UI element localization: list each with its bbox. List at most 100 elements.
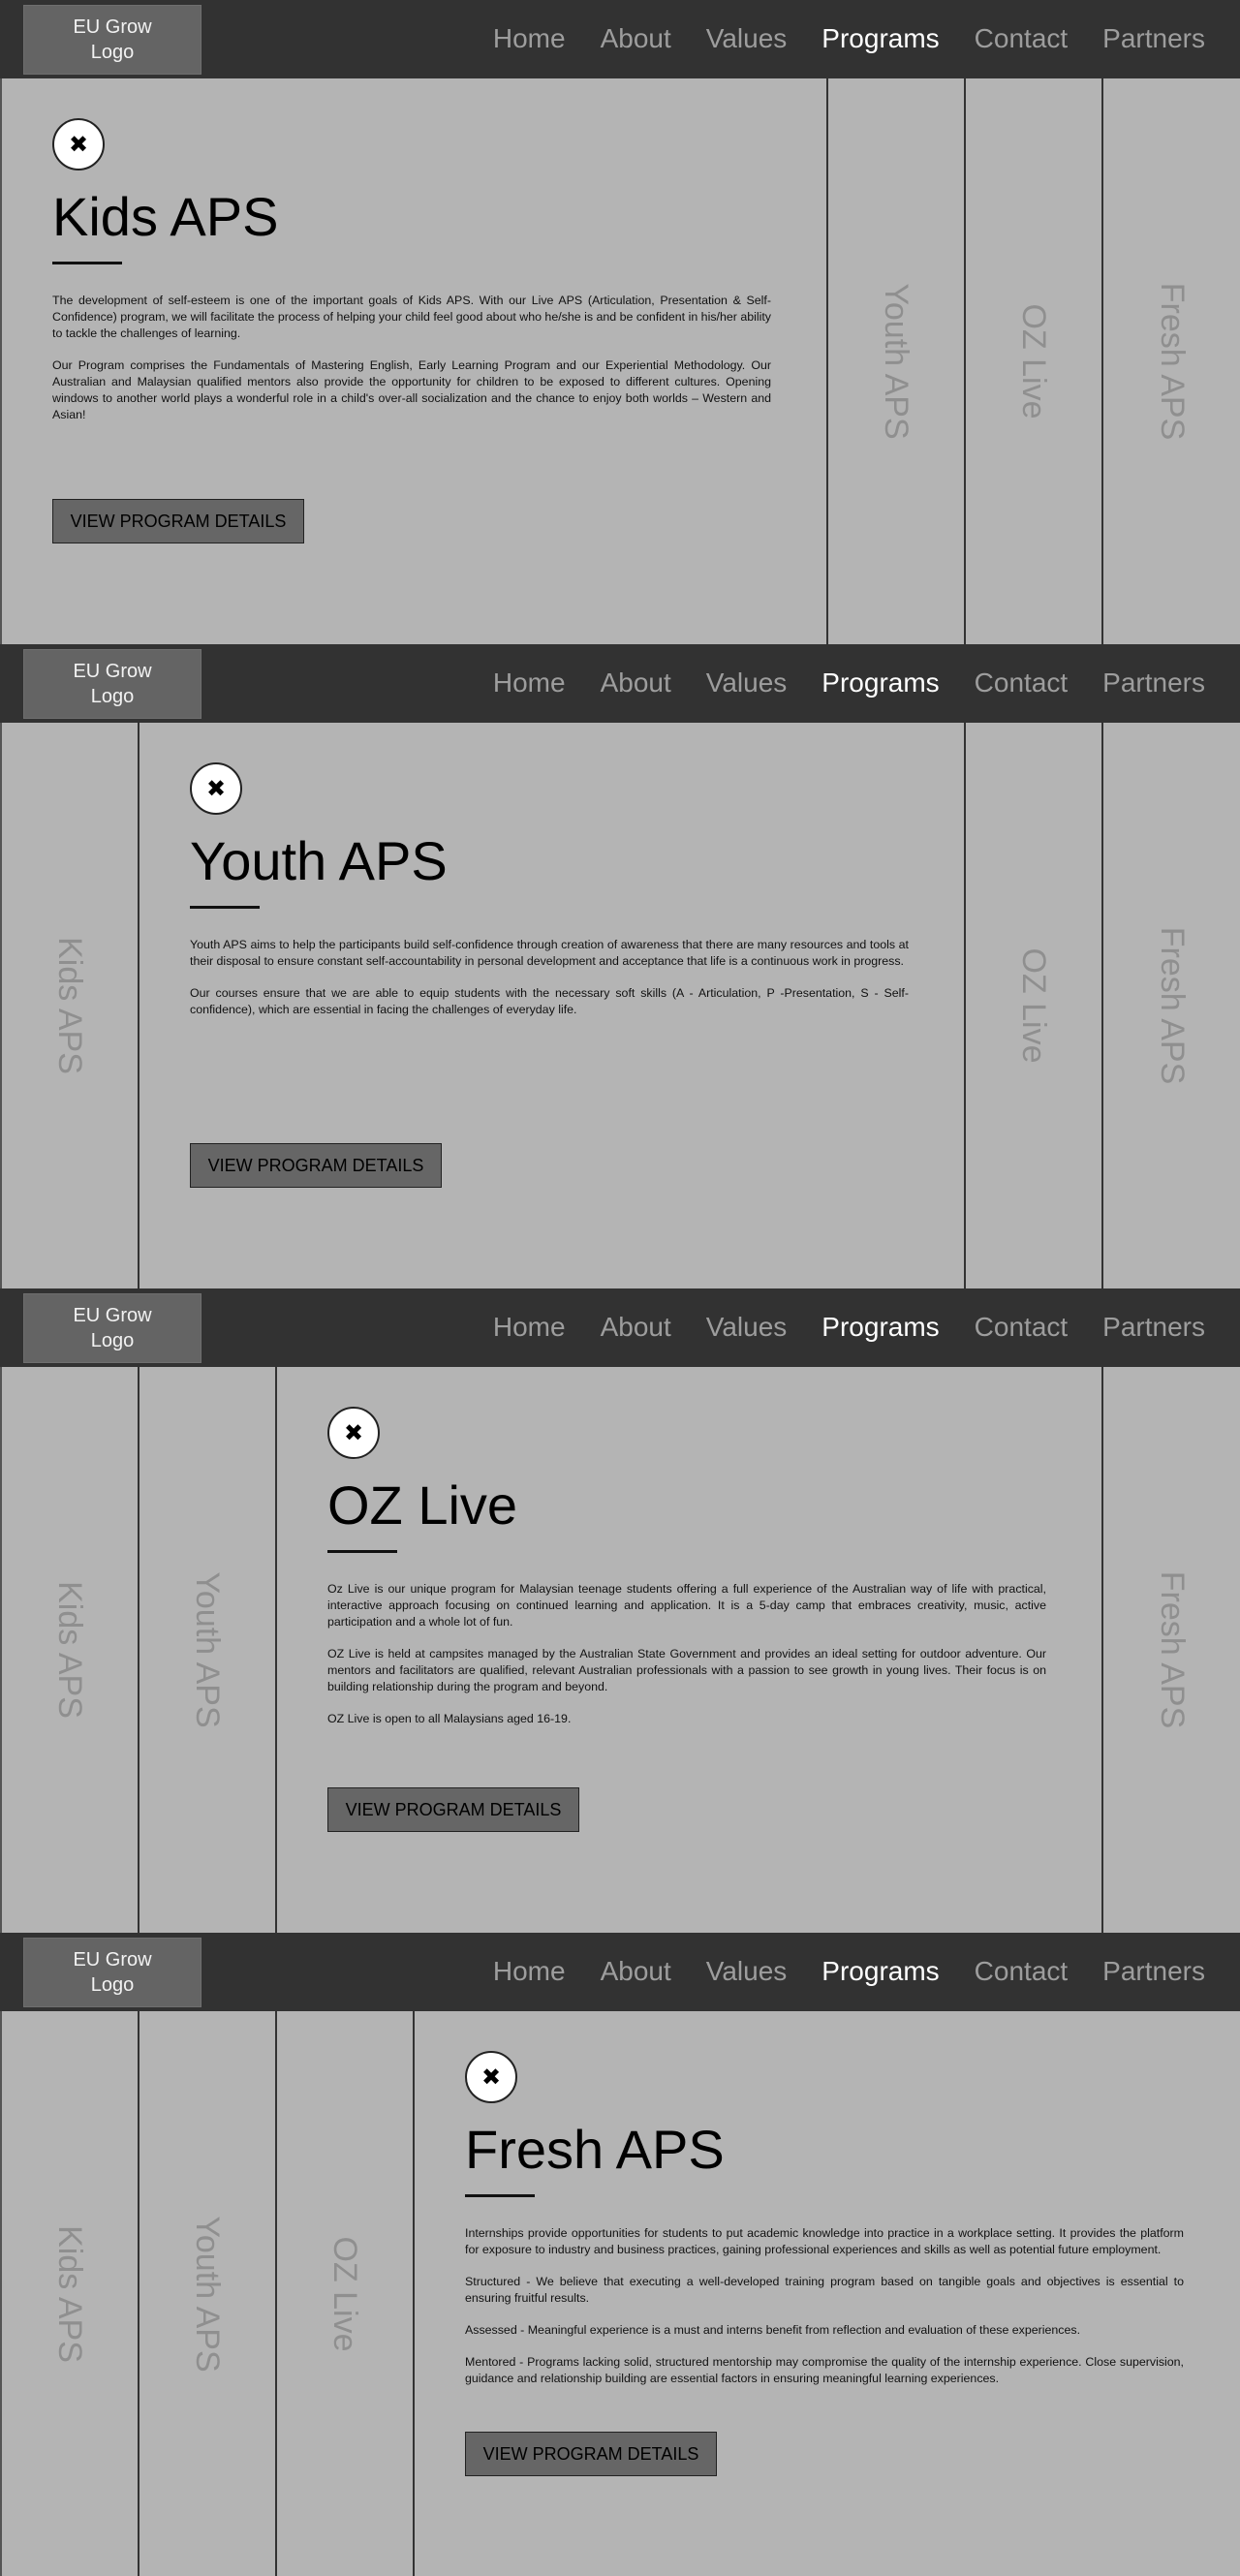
nav-about[interactable]: About	[601, 19, 671, 58]
logo-line-2: Logo	[90, 686, 135, 707]
description-paragraph: OZ Live is open to all Malaysians aged 1…	[327, 1712, 572, 1725]
site-logo[interactable]: EU Grow Logo	[23, 649, 202, 719]
accordion: Kids APS Youth APS OZ Live ✖ Fresh APS I…	[0, 2011, 1240, 2576]
tab-label: Youth APS	[189, 2215, 226, 2373]
nav-about[interactable]: About	[601, 1308, 671, 1347]
tab-label: Kids APS	[51, 2224, 88, 2363]
description-paragraph: OZ Live is held at campsites managed by …	[327, 1647, 1046, 1693]
panel-description: Youth APS aims to help the participants …	[190, 937, 909, 1034]
nav-contact[interactable]: Contact	[975, 1308, 1069, 1347]
nav-home[interactable]: Home	[493, 19, 566, 58]
nav-values[interactable]: Values	[706, 1308, 788, 1347]
tab-oz-live[interactable]: OZ Live	[275, 2011, 413, 2576]
logo-line-2: Logo	[90, 1974, 135, 1996]
nav-home[interactable]: Home	[493, 1952, 566, 1991]
nav-contact[interactable]: Contact	[975, 19, 1069, 58]
nav-programs[interactable]: Programs	[822, 1952, 939, 1991]
tab-fresh-aps[interactable]: Fresh APS	[1101, 1367, 1240, 1933]
description-paragraph: Assessed - Meaningful experience is a mu…	[465, 2323, 1081, 2337]
tab-label: OZ Live	[326, 2235, 363, 2352]
logo-line-1: EU Grow	[73, 661, 152, 682]
site-header: EU Grow Logo Home About Values Programs …	[0, 0, 1240, 78]
logo-line-1: EU Grow	[73, 1949, 152, 1971]
panel-description: The development of self-esteem is one of…	[52, 293, 771, 439]
close-icon[interactable]: ✖	[327, 1407, 380, 1459]
tab-label: Fresh APS	[1153, 926, 1191, 1085]
view-program-details-button[interactable]: VIEW PROGRAM DETAILS	[465, 2432, 717, 2476]
nav-contact[interactable]: Contact	[975, 664, 1069, 702]
description-paragraph: Structured - We believe that executing a…	[465, 2275, 1184, 2305]
close-icon[interactable]: ✖	[190, 762, 242, 815]
title-divider	[327, 1550, 397, 1553]
main-nav: Home About Values Programs Contact Partn…	[458, 1952, 1205, 1991]
nav-home[interactable]: Home	[493, 664, 566, 702]
nav-about[interactable]: About	[601, 1952, 671, 1991]
nav-partners[interactable]: Partners	[1102, 19, 1205, 58]
nav-partners[interactable]: Partners	[1102, 1308, 1205, 1347]
nav-partners[interactable]: Partners	[1102, 1952, 1205, 1991]
tab-oz-live[interactable]: OZ Live	[964, 78, 1101, 644]
nav-about[interactable]: About	[601, 664, 671, 702]
tab-label: Fresh APS	[1153, 282, 1191, 441]
nav-contact[interactable]: Contact	[975, 1952, 1069, 1991]
panel-title: OZ Live	[327, 1474, 518, 1536]
tab-oz-live[interactable]: OZ Live	[964, 723, 1101, 1288]
panel-kids-aps: ✖ Kids APS The development of self-estee…	[0, 78, 826, 644]
tab-label: Youth APS	[878, 283, 914, 440]
tab-kids-aps[interactable]: Kids APS	[0, 723, 138, 1288]
description-paragraph: Mentored - Programs lacking solid, struc…	[465, 2355, 1184, 2385]
close-icon[interactable]: ✖	[465, 2051, 517, 2103]
panel-title: Youth APS	[190, 830, 448, 891]
description-paragraph: Our Program comprises the Fundamentals o…	[52, 358, 771, 421]
site-logo[interactable]: EU Grow Logo	[23, 5, 202, 75]
nav-programs[interactable]: Programs	[822, 19, 939, 58]
programs-frame-fresh: EU Grow Logo Home About Values Programs …	[0, 1933, 1240, 2576]
view-program-details-button[interactable]: VIEW PROGRAM DETAILS	[52, 499, 304, 543]
panel-fresh-aps: ✖ Fresh APS Internships provide opportun…	[413, 2011, 1240, 2576]
title-divider	[465, 2194, 535, 2197]
view-program-details-button[interactable]: VIEW PROGRAM DETAILS	[190, 1143, 442, 1188]
logo-line-2: Logo	[90, 42, 135, 63]
panel-description: Internships provide opportunities for st…	[465, 2225, 1184, 2403]
close-icon[interactable]: ✖	[52, 118, 105, 171]
tab-youth-aps[interactable]: Youth APS	[138, 2011, 275, 2576]
view-program-details-button[interactable]: VIEW PROGRAM DETAILS	[327, 1787, 579, 1832]
logo-line-1: EU Grow	[73, 1305, 152, 1326]
site-header: EU Grow Logo Home About Values Programs …	[0, 644, 1240, 723]
tab-label: Youth APS	[189, 1571, 226, 1728]
title-divider	[52, 262, 122, 264]
nav-values[interactable]: Values	[706, 19, 788, 58]
nav-home[interactable]: Home	[493, 1308, 566, 1347]
tab-fresh-aps[interactable]: Fresh APS	[1101, 723, 1240, 1288]
site-logo[interactable]: EU Grow Logo	[23, 1293, 202, 1363]
panel-youth-aps: ✖ Youth APS Youth APS aims to help the p…	[138, 723, 964, 1288]
nav-values[interactable]: Values	[706, 1952, 788, 1991]
accordion: Kids APS Youth APS ✖ OZ Live Oz Live is …	[0, 1367, 1240, 1933]
panel-oz-live: ✖ OZ Live Oz Live is our unique program …	[275, 1367, 1101, 1933]
tab-kids-aps[interactable]: Kids APS	[0, 1367, 138, 1933]
site-logo[interactable]: EU Grow Logo	[23, 1938, 202, 2007]
nav-partners[interactable]: Partners	[1102, 664, 1205, 702]
nav-programs[interactable]: Programs	[822, 1308, 939, 1347]
accordion: ✖ Kids APS The development of self-estee…	[0, 78, 1240, 644]
tab-fresh-aps[interactable]: Fresh APS	[1101, 78, 1240, 644]
logo-line-1: EU Grow	[73, 16, 152, 38]
accordion: Kids APS ✖ Youth APS Youth APS aims to h…	[0, 723, 1240, 1288]
description-paragraph: Youth APS aims to help the participants …	[190, 938, 909, 968]
tab-label: Kids APS	[51, 937, 88, 1074]
nav-values[interactable]: Values	[706, 664, 788, 702]
tab-label: Kids APS	[51, 1581, 88, 1719]
tab-kids-aps[interactable]: Kids APS	[0, 2011, 138, 2576]
programs-frame-youth: EU Grow Logo Home About Values Programs …	[0, 644, 1240, 1288]
tab-label: OZ Live	[1015, 303, 1052, 419]
tab-youth-aps[interactable]: Youth APS	[826, 78, 964, 644]
main-nav: Home About Values Programs Contact Partn…	[458, 1308, 1205, 1347]
programs-frame-oz: EU Grow Logo Home About Values Programs …	[0, 1288, 1240, 1933]
panel-description: Oz Live is our unique program for Malays…	[327, 1581, 1046, 1743]
tab-youth-aps[interactable]: Youth APS	[138, 1367, 275, 1933]
panel-title: Kids APS	[52, 186, 279, 247]
nav-programs[interactable]: Programs	[822, 664, 939, 702]
site-header: EU Grow Logo Home About Values Programs …	[0, 1933, 1240, 2011]
description-paragraph: Oz Live is our unique program for Malays…	[327, 1582, 1046, 1629]
logo-line-2: Logo	[90, 1330, 135, 1351]
